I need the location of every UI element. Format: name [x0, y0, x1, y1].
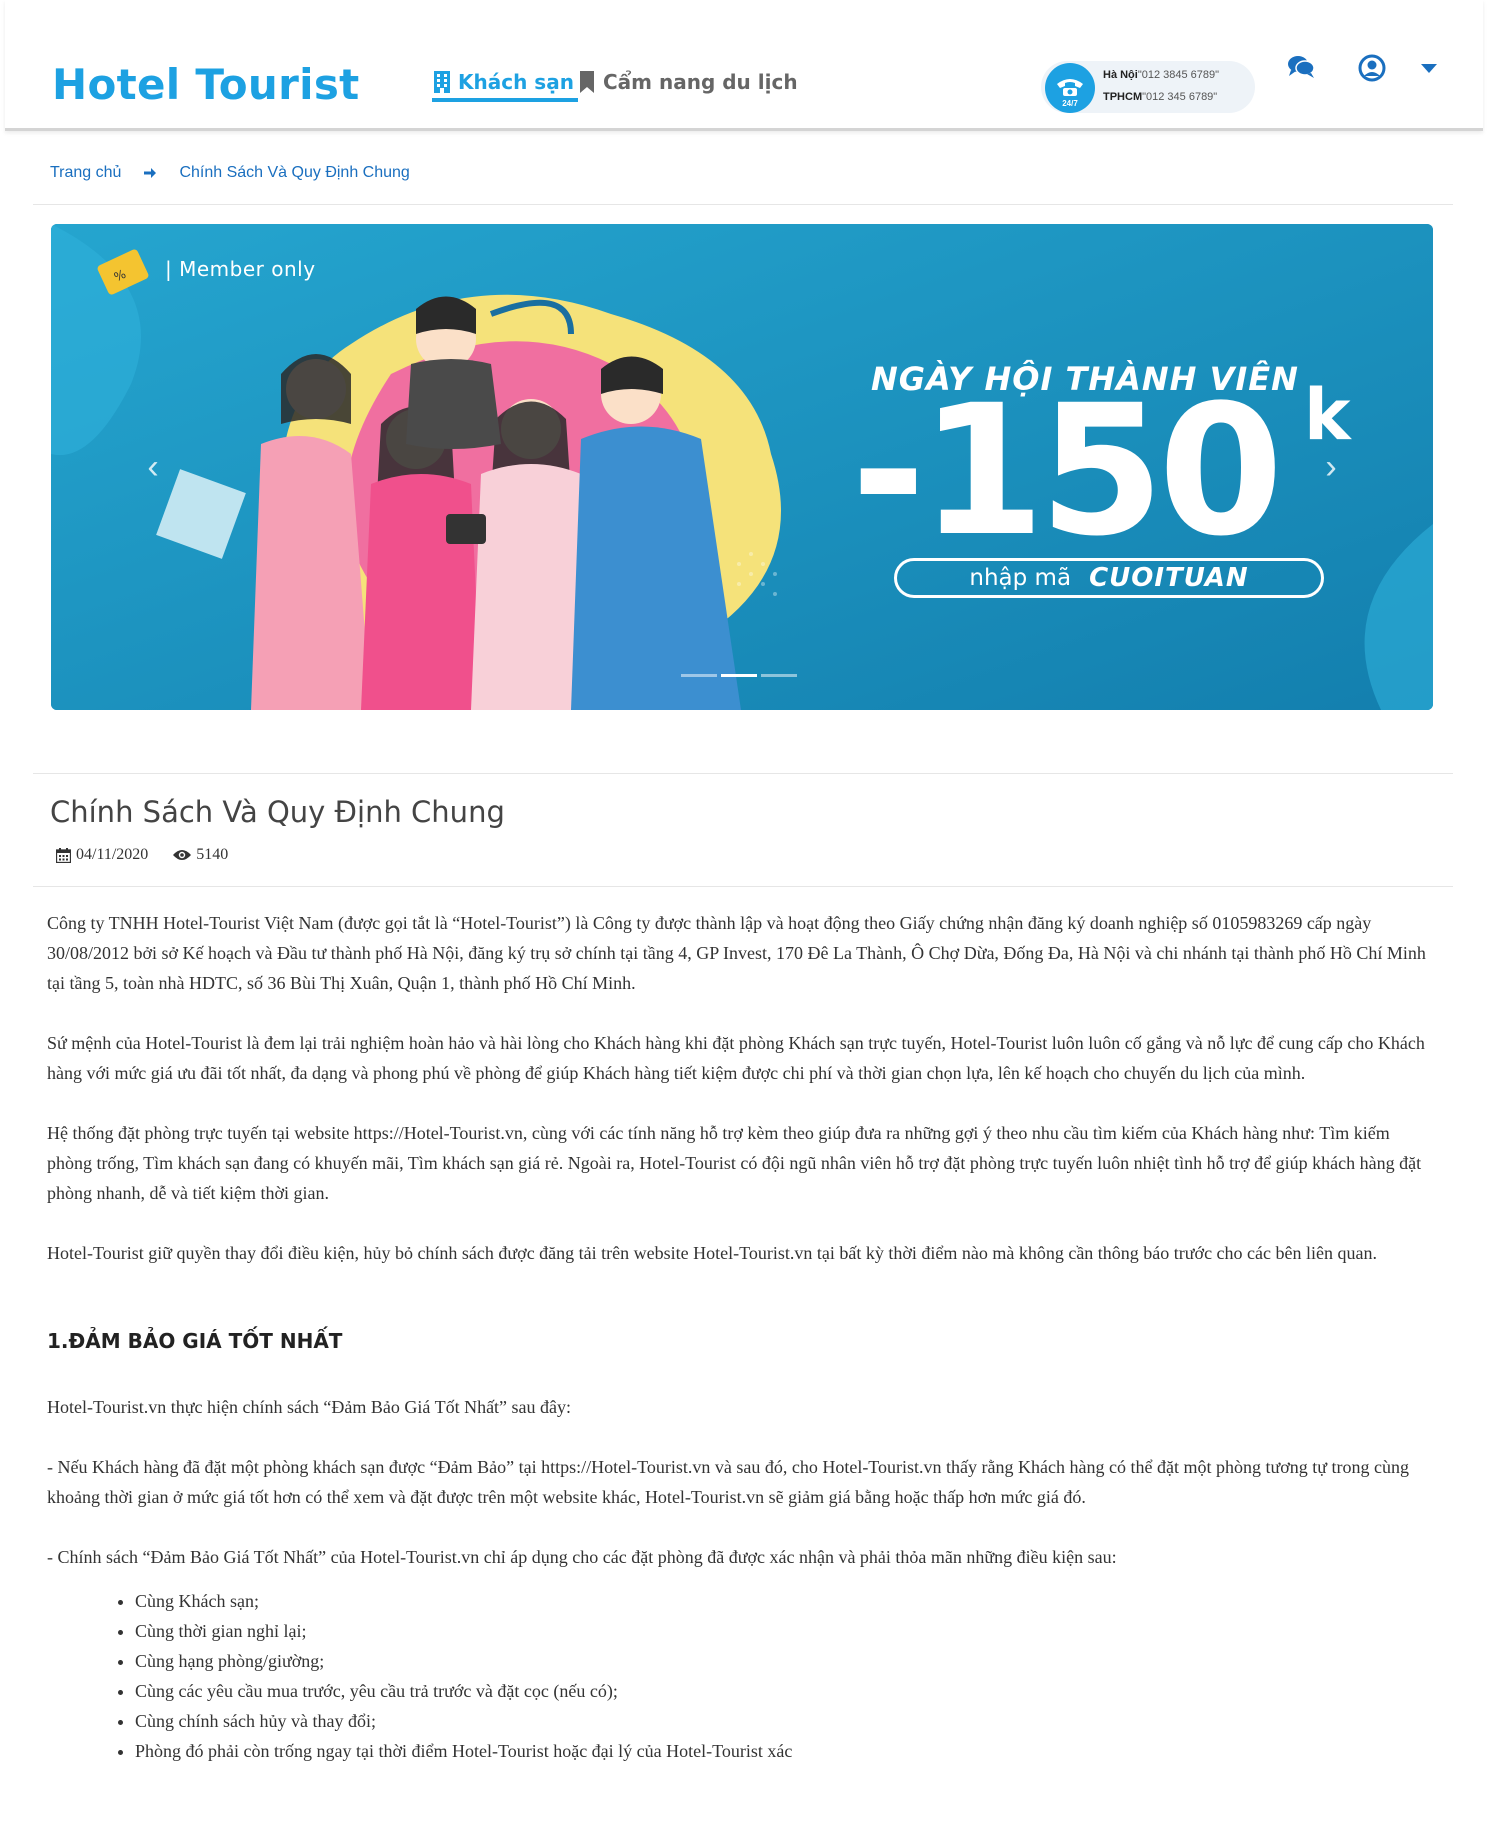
calendar-icon — [56, 847, 71, 863]
breadcrumb: Trang chủ Chính Sách Và Quy Định Chung — [50, 164, 410, 182]
article-views: 5140 — [173, 846, 228, 864]
promo-code-pill: nhập mã CUOITUAN — [894, 558, 1324, 598]
paragraph: Công ty TNHH Hotel-Tourist Việt Nam (đượ… — [47, 913, 1426, 993]
arrow-right-icon — [144, 168, 157, 178]
divider — [33, 204, 1453, 205]
list-item: Cùng hạng phòng/giường; — [135, 1646, 1432, 1676]
carousel-indicator[interactable] — [761, 674, 797, 677]
chat-icon[interactable] — [1287, 54, 1315, 80]
list-item: Cùng Khách sạn; — [135, 1586, 1432, 1616]
article-title: Chính Sách Và Quy Định Chung — [50, 795, 505, 829]
paragraph: Hệ thống đặt phòng trực tuyến tại websit… — [47, 1123, 1422, 1203]
breadcrumb-current[interactable]: Chính Sách Và Quy Định Chung — [179, 164, 409, 182]
hotline-badge: 24/7 — [1062, 99, 1078, 108]
hotline-hcm: TPHCM"012 345 6789" — [1103, 91, 1217, 103]
section-heading: 1.ĐẢM BẢO GIÁ TỐT NHẤT — [47, 1329, 343, 1353]
carousel-indicator[interactable] — [721, 674, 757, 677]
carousel-next-icon[interactable]: › — [1319, 450, 1343, 484]
article-body: Công ty TNHH Hotel-Tourist Việt Nam (đượ… — [47, 908, 1432, 1766]
paragraph: - Nếu Khách hàng đã đặt một phòng khách … — [47, 1457, 1409, 1507]
promo-unit: k — [1304, 374, 1351, 456]
promo-carousel[interactable]: % | Member only NGÀY HỘI THÀNH VIÊN -150… — [51, 224, 1433, 710]
promo-amount: -150 — [851, 367, 1283, 576]
member-only-tag: | Member only — [165, 257, 316, 281]
paragraph: Hotel-Tourist.vn thực hiện chính sách “Đ… — [47, 1397, 572, 1417]
article-date-value: 04/11/2020 — [76, 846, 149, 863]
list-item: Cùng thời gian nghỉ lại; — [135, 1616, 1432, 1646]
hotline-hanoi: Hà Nội"012 3845 6789" — [1103, 69, 1219, 81]
eye-icon — [173, 850, 192, 860]
divider — [33, 886, 1453, 887]
paragraph: Sứ mệnh của Hotel-Tourist là đem lại trả… — [47, 1033, 1425, 1083]
paragraph: Hotel-Tourist giữ quyền thay đổi điều ki… — [47, 1243, 1377, 1263]
hotline-city: TPHCM — [1103, 91, 1143, 103]
paragraph: - Chính sách “Đảm Bảo Giá Tốt Nhất” của … — [47, 1547, 1117, 1567]
carousel-indicators — [681, 674, 797, 677]
list-item: Cùng chính sách hủy và thay đổi; — [135, 1706, 1432, 1736]
user-icon[interactable] — [1358, 54, 1386, 82]
promo-code-label: nhập mã — [969, 565, 1072, 591]
promo-code: CUOITUAN — [1089, 563, 1249, 593]
breadcrumb-home[interactable]: Trang chủ — [50, 164, 121, 182]
nav-hotels[interactable]: Khách sạn — [432, 70, 578, 102]
phone-icon: 24/7 — [1045, 63, 1095, 113]
article-date: 04/11/2020 — [56, 846, 148, 864]
caret-down-icon[interactable] — [1421, 64, 1437, 74]
nav-hotels-label: Khách sạn — [458, 70, 574, 94]
article-views-value: 5140 — [196, 846, 229, 863]
site-logo[interactable]: Hotel Tourist — [52, 60, 360, 109]
hotline-phone: "012 345 6789" — [1142, 91, 1218, 103]
hotline-box[interactable]: 24/7 Hà Nội"012 3845 6789" TPHCM"012 345… — [1041, 61, 1255, 113]
building-icon — [434, 71, 450, 93]
nav-travel-guide[interactable]: Cẩm nang du lịch — [577, 70, 798, 94]
site-header: Hotel Tourist Khách sạn Cẩm nang du lịch… — [5, 0, 1483, 131]
carousel-indicator[interactable] — [681, 674, 717, 677]
hotline-city: Hà Nội — [1103, 69, 1138, 81]
carousel-prev-icon[interactable]: ‹ — [141, 450, 165, 484]
nav-travel-guide-label: Cẩm nang du lịch — [603, 70, 798, 94]
list-item: Phòng đó phải còn trống ngay tại thời đi… — [135, 1736, 1432, 1766]
article-meta: 04/11/2020 5140 — [56, 846, 253, 864]
hotline-phone: "012 3845 6789" — [1137, 69, 1220, 81]
bookmark-icon — [580, 71, 594, 93]
divider — [33, 773, 1453, 774]
conditions-list: Cùng Khách sạn; Cùng thời gian nghỉ lại;… — [135, 1586, 1432, 1766]
list-item: Cùng các yêu cầu mua trước, yêu cầu trả … — [135, 1676, 1432, 1706]
